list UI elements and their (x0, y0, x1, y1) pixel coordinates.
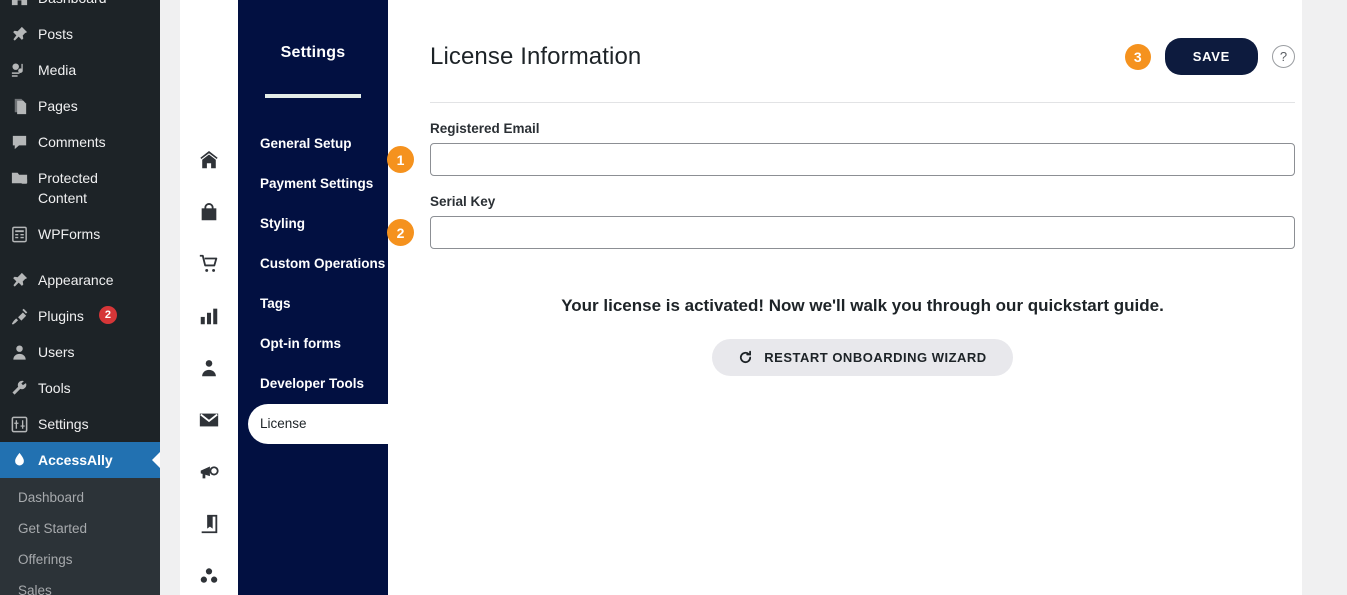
input-registered-email[interactable] (430, 143, 1295, 176)
accessally-submenu: DashboardGet StartedOfferingsSales (0, 478, 160, 595)
settings-nav-license[interactable]: License (248, 404, 398, 444)
sliders-icon (9, 414, 29, 434)
shopping-cart-icon[interactable] (197, 252, 221, 276)
right-gutter (1302, 0, 1347, 595)
wp-sidebar-item-label: Protected Content (38, 168, 98, 208)
submenu-item-dashboard[interactable]: Dashboard (0, 482, 160, 513)
dashboard-icon (9, 0, 29, 8)
field-serial-key: 2Serial Key (430, 194, 1295, 249)
wp-sidebar-item-dashboard[interactable]: Dashboard (0, 0, 160, 16)
header-actions: 3 SAVE ? (1125, 38, 1295, 75)
header-divider (430, 102, 1295, 103)
wp-sidebar-item-accessally[interactable]: AccessAlly (0, 442, 160, 478)
wp-sidebar-item-media[interactable]: Media (0, 52, 160, 88)
comment-icon (9, 132, 29, 152)
settings-nav-tags[interactable]: Tags (238, 284, 388, 324)
wp-sidebar-item-pages[interactable]: Pages (0, 88, 160, 124)
wp-sidebar-item-label: AccessAlly (38, 450, 113, 470)
settings-nav-payment-settings[interactable]: Payment Settings (238, 164, 388, 204)
restart-onboarding-wizard-button[interactable]: RESTART ONBOARDING WIZARD (712, 339, 1012, 376)
accessally-icon (9, 450, 29, 470)
icon-rail (180, 0, 238, 595)
label-serial-key: Serial Key (430, 194, 1295, 209)
group-icon[interactable] (197, 564, 221, 588)
pages-icon (9, 96, 29, 116)
license-status-message: Your license is activated! Now we'll wal… (430, 296, 1295, 316)
settings-divider (265, 94, 361, 98)
page-title: License Information (430, 43, 641, 71)
wp-sidebar-item-label: Tools (38, 378, 71, 398)
settings-nav-custom-operations[interactable]: Custom Operations (238, 244, 388, 284)
pin-icon (9, 24, 29, 44)
wp-sidebar-item-label: Settings (38, 414, 89, 434)
megaphone-icon[interactable] (197, 460, 221, 484)
help-icon[interactable]: ? (1272, 45, 1295, 68)
sidebar-gutter (160, 0, 180, 595)
settings-nav-list: General SetupPayment SettingsStylingCust… (238, 124, 388, 444)
folder-lock-icon (9, 168, 29, 188)
wp-sidebar-item-settings[interactable]: Settings (0, 406, 160, 442)
license-fields: 1Registered Email 2Serial Key (430, 121, 1295, 249)
settings-nav-developer-tools[interactable]: Developer Tools (238, 364, 388, 404)
bar-chart-icon[interactable] (197, 304, 221, 328)
settings-nav-panel: Settings General SetupPayment SettingsSt… (238, 0, 388, 595)
wp-sidebar-item-label: WPForms (38, 224, 100, 244)
main-content: License Information 3 SAVE ? 1Registered… (388, 0, 1347, 595)
step-badge-1: 1 (387, 146, 414, 173)
settings-nav-general-setup[interactable]: General Setup (238, 124, 388, 164)
app-root: Dashboard Posts Media Pages Comments Protecte… (0, 0, 1347, 595)
wp-sidebar-item-comments[interactable]: Comments (0, 124, 160, 160)
wp-sidebar-item-label: Comments (38, 132, 106, 152)
form-icon (9, 224, 29, 244)
shopping-bag-icon[interactable] (197, 200, 221, 224)
step-badge-3: 3 (1125, 44, 1151, 70)
field-registered-email: 1Registered Email (430, 121, 1295, 176)
wp-sidebar-item-label: Plugins (38, 306, 84, 326)
user-icon (9, 342, 29, 362)
settings-panel-title: Settings (238, 44, 388, 62)
step-badge-2: 2 (387, 219, 414, 246)
plug-icon (9, 306, 29, 326)
wp-sidebar-item-label: Posts (38, 24, 73, 44)
wordpress-admin-sidebar: Dashboard Posts Media Pages Comments Protecte… (0, 0, 160, 595)
wp-sidebar-item-users[interactable]: Users (0, 334, 160, 370)
submenu-item-offerings[interactable]: Offerings (0, 544, 160, 575)
media-icon (9, 60, 29, 80)
home-icon[interactable] (197, 148, 221, 172)
wp-sidebar-item-protected-content[interactable]: Protected Content (0, 160, 160, 216)
wp-sidebar-item-appearance[interactable]: Appearance (0, 262, 160, 298)
wp-sidebar-item-label: Dashboard (38, 0, 107, 8)
wp-sidebar-item-label: Users (38, 342, 75, 362)
restart-button-label: RESTART ONBOARDING WIZARD (764, 350, 986, 365)
mail-icon[interactable] (197, 408, 221, 432)
plugins-update-badge: 2 (99, 306, 117, 324)
wp-sidebar-item-label: Appearance (38, 270, 114, 290)
settings-nav-styling[interactable]: Styling (238, 204, 388, 244)
submenu-item-get-started[interactable]: Get Started (0, 513, 160, 544)
wp-sidebar-item-plugins[interactable]: Plugins 2 (0, 298, 160, 334)
wp-sidebar-item-tools[interactable]: Tools (0, 370, 160, 406)
wp-sidebar-item-wpforms[interactable]: WPForms (0, 216, 160, 252)
brush-icon (9, 270, 29, 290)
refresh-ccw-icon (738, 350, 753, 365)
book-icon[interactable] (197, 512, 221, 536)
wp-sidebar-item-label: Pages (38, 96, 78, 116)
label-registered-email: Registered Email (430, 121, 1295, 136)
input-serial-key[interactable] (430, 216, 1295, 249)
submenu-item-sales[interactable]: Sales (0, 575, 160, 595)
restart-wizard-row: RESTART ONBOARDING WIZARD (430, 339, 1295, 376)
save-button[interactable]: SAVE (1165, 38, 1258, 75)
settings-nav-opt-in-forms[interactable]: Opt-in forms (238, 324, 388, 364)
wp-sidebar-item-posts[interactable]: Posts (0, 16, 160, 52)
wrench-icon (9, 378, 29, 398)
wp-sidebar-item-label: Media (38, 60, 76, 80)
page-header: License Information 3 SAVE ? (430, 0, 1295, 75)
user-icon[interactable] (197, 356, 221, 380)
